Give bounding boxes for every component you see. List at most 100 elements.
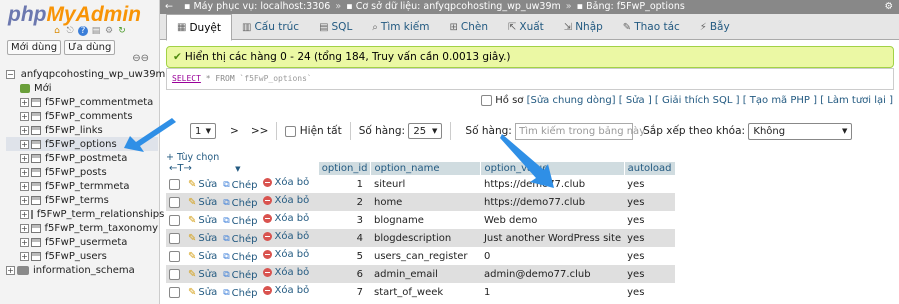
sidebar-table-item[interactable]: + f5FwP_usermeta	[6, 235, 158, 249]
expand-icon[interactable]: +	[20, 251, 29, 261]
expand-icon[interactable]: +	[20, 111, 29, 121]
expand-icon[interactable]: +	[6, 265, 15, 275]
expand-icon[interactable]: +	[20, 97, 29, 107]
delete-button[interactable]: Xóa bỏ	[263, 213, 309, 224]
copy-button[interactable]: ⧉ Chép	[223, 288, 257, 299]
column-header[interactable]: option_value	[480, 162, 625, 175]
sidebar-table-item[interactable]: + f5FwP_term_taxonomy	[6, 221, 158, 235]
copy-button[interactable]: ⧉ Chép	[223, 216, 257, 227]
database-item[interactable]: − anfyqpcohosting_wp_uw39m	[6, 67, 165, 81]
row-checkbox[interactable]	[169, 178, 180, 190]
row-checkbox[interactable]	[169, 268, 180, 280]
tab-triggers[interactable]: ⚡ Bẫy	[690, 14, 740, 40]
tab-import[interactable]: ⇲ Nhập	[554, 14, 613, 40]
sidebar-table-item[interactable]: + f5FwP_terms	[6, 193, 158, 207]
copy-icon: ⧉	[223, 198, 230, 209]
sql-links[interactable]: [Sửa chung dòng] [ Sửa ] [ Giải thích SQ…	[527, 95, 893, 106]
database-item[interactable]: + information_schema	[6, 263, 158, 277]
row-checkbox[interactable]	[169, 214, 180, 226]
tab-search[interactable]: ⌕ Tìm kiếm	[362, 14, 439, 40]
help-icon[interactable]: ?	[78, 26, 88, 36]
next-page-button[interactable]: >	[230, 125, 239, 137]
reload-icon[interactable]: ↻	[117, 26, 127, 36]
column-header[interactable]: option_id	[318, 162, 372, 175]
docs-icon[interactable]: ▤	[91, 26, 101, 36]
database-tree: − anfyqpcohosting_wp_uw39m Mới + f5FwP_com…	[6, 67, 165, 277]
phpmyadmin-logo[interactable]: phpMyAdmin	[8, 3, 141, 27]
column-header[interactable]: option_name	[370, 162, 482, 175]
tab-browse[interactable]: ▦ Duyệt	[166, 14, 232, 41]
expand-icon[interactable]: +	[20, 209, 29, 219]
recent-tab[interactable]: Mới dùng	[7, 40, 62, 55]
profiling-checkbox[interactable]	[481, 95, 493, 106]
column-arrows-header[interactable]: ←T→ ▼	[166, 162, 319, 175]
collapse-icon[interactable]: −	[6, 69, 15, 79]
edit-button[interactable]: ✎ Sửa	[188, 233, 217, 244]
sidebar-table-item[interactable]: + f5FwP_links	[6, 123, 158, 137]
row-checkbox[interactable]	[169, 250, 180, 262]
expand-icon[interactable]: +	[20, 181, 29, 191]
edit-button[interactable]: ✎ Sửa	[188, 215, 217, 226]
back-arrow-icon[interactable]: ←	[165, 0, 173, 14]
edit-button[interactable]: ✎ Sửa	[188, 269, 217, 280]
copy-button[interactable]: ⧉ Chép	[223, 252, 257, 263]
tab-insert[interactable]: ⊞ Chèn	[440, 14, 499, 40]
sidebar-table-item[interactable]: + f5FwP_commentmeta	[6, 95, 158, 109]
last-page-button[interactable]: >>	[251, 125, 269, 137]
tab-sql[interactable]: ▤ SQL	[309, 14, 362, 40]
new-table-item[interactable]: Mới	[6, 81, 158, 95]
sidebar-table-item[interactable]: + f5FwP_term_relationships	[6, 207, 164, 221]
edit-button[interactable]: ✎ Sửa	[188, 251, 217, 262]
copy-button[interactable]: ⧉ Chép	[223, 234, 257, 245]
delete-button[interactable]: Xóa bỏ	[263, 195, 309, 206]
expand-icon[interactable]: +	[20, 237, 29, 247]
breadcrumb-server[interactable]: Máy phục vụ: localhost:3306	[193, 1, 330, 12]
expand-icon[interactable]: +	[20, 223, 29, 233]
row-checkbox[interactable]	[169, 196, 180, 208]
sidebar-table-item[interactable]: + f5FwP_postmeta	[6, 151, 158, 165]
settings-icon[interactable]: ⚙	[104, 26, 114, 36]
breadcrumb-table[interactable]: Bảng: f5FwP_options	[586, 1, 685, 12]
sidebar-table-item[interactable]: + f5FwP_options	[6, 137, 158, 151]
sidebar-table-item[interactable]: + f5FwP_users	[6, 249, 158, 263]
breadcrumb: ← ▪ Máy phục vụ: localhost:3306 » ▪ Cơ s…	[160, 0, 899, 14]
expand-icon[interactable]: +	[20, 153, 29, 163]
delete-button[interactable]: Xóa bỏ	[263, 231, 309, 242]
delete-button[interactable]: Xóa bỏ	[263, 285, 309, 296]
sidebar-table-item[interactable]: + f5FwP_comments	[6, 109, 158, 123]
expand-icon[interactable]: +	[20, 195, 29, 205]
row-checkbox[interactable]	[169, 232, 180, 244]
sidebar-table-item[interactable]: + f5FwP_posts	[6, 165, 158, 179]
trigger-icon: ⚡	[699, 21, 707, 33]
delete-button[interactable]: Xóa bỏ	[263, 249, 309, 260]
edit-button[interactable]: ✎ Sửa	[188, 179, 217, 190]
home-icon[interactable]: ⌂	[52, 26, 62, 36]
tab-structure[interactable]: ▥ Cấu trúc	[232, 14, 309, 40]
expand-icon[interactable]: +	[20, 167, 29, 177]
copy-button[interactable]: ⧉ Chép	[223, 270, 257, 281]
delete-button[interactable]: Xóa bỏ	[263, 177, 309, 188]
expand-icon[interactable]: +	[20, 139, 29, 149]
delete-button[interactable]: Xóa bỏ	[263, 267, 309, 278]
column-header[interactable]: autoload	[624, 162, 676, 175]
copy-button[interactable]: ⧉ Chép	[223, 180, 257, 191]
sort-select[interactable]: Không ▼	[748, 122, 853, 140]
sidebar-table-item[interactable]: + f5FwP_termmeta	[6, 179, 158, 193]
logout-icon[interactable]: ⎋	[65, 26, 75, 36]
row-checkbox[interactable]	[169, 286, 180, 298]
page-select[interactable]: 1 ▼	[190, 123, 216, 139]
tab-export[interactable]: ⇱ Xuất	[498, 14, 554, 40]
favorites-tab[interactable]: Ưa dùng	[64, 40, 116, 55]
tab-operations[interactable]: ✎ Thao tác	[613, 14, 690, 40]
edit-button[interactable]: ✎ Sửa	[188, 287, 217, 298]
rows-per-page-select[interactable]: 25 ▼	[408, 123, 443, 139]
expand-icon[interactable]: +	[20, 125, 29, 135]
show-all-checkbox[interactable]	[285, 125, 297, 137]
filter-input[interactable]: Tìm kiếm trong bảng này	[515, 122, 645, 140]
gear-icon[interactable]: ⚙	[884, 0, 893, 14]
breadcrumb-database[interactable]: Cơ sở dữ liệu: anfyqpcohosting_wp_uw39m	[356, 1, 561, 12]
copy-button[interactable]: ⧉ Chép	[223, 198, 257, 209]
edit-button[interactable]: ✎ Sửa	[188, 197, 217, 208]
link-icon[interactable]: ⊖⊖	[132, 53, 149, 64]
navigation-panel: phpMyAdmin ⌂ ⎋ ? ▤ ⚙ ↻ Mới dùng Ưa dùng …	[0, 0, 165, 304]
